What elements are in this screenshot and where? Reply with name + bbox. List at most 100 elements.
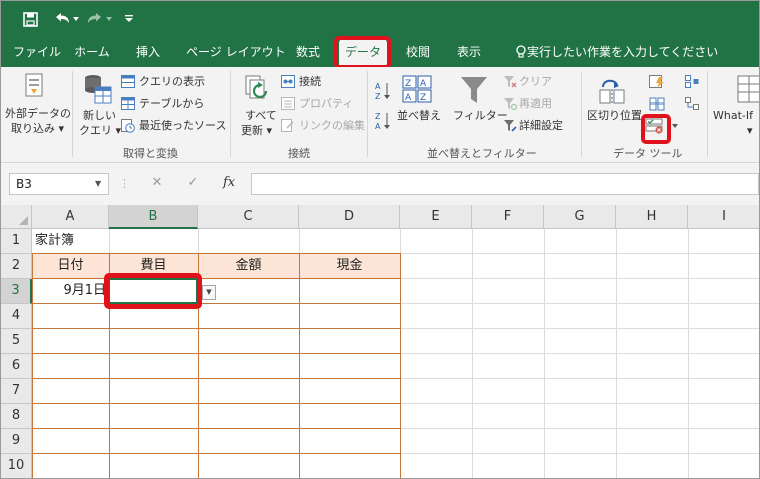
row-header[interactable]: 10 <box>1 454 32 478</box>
tab-insert[interactable]: 挿入 <box>133 37 163 67</box>
insert-function-button[interactable]: fx <box>223 175 235 190</box>
new-query-label-2[interactable]: クエリ ▾ <box>79 124 121 138</box>
remove-duplicates-icon[interactable] <box>649 97 665 114</box>
chevron-down-icon[interactable]: ▼ <box>95 179 101 188</box>
connections-label[interactable]: 接続 <box>299 75 321 89</box>
sort-az-icon[interactable]: AZ <box>375 81 391 104</box>
tab-review[interactable]: 校閲 <box>403 37 433 67</box>
row-header[interactable]: 5 <box>1 329 32 354</box>
external-data-label[interactable]: 外部データの <box>5 107 71 121</box>
date-cell[interactable]: 9月1日 <box>32 279 106 303</box>
column-header[interactable]: F <box>472 205 544 229</box>
text-to-columns-icon[interactable] <box>597 75 627 108</box>
column-header[interactable]: B <box>109 205 198 229</box>
enter-button[interactable]: ✓ <box>183 175 203 193</box>
text-to-columns-label[interactable]: 区切り位置 <box>587 109 642 123</box>
sheet-title-cell[interactable]: 家計簿 <box>35 229 74 253</box>
header-cell-date[interactable]: 日付 <box>32 254 109 278</box>
sort-dialog-icon[interactable]: ZAAZ <box>402 75 432 106</box>
relationships-icon[interactable] <box>685 97 699 113</box>
select-all-button[interactable] <box>1 205 32 229</box>
title-bar <box>1 1 759 37</box>
show-query-icon[interactable] <box>121 75 135 91</box>
formula-input[interactable] <box>251 173 759 195</box>
filter-icon[interactable] <box>460 75 488 108</box>
tell-me-search[interactable]: 実行したい作業を入力してください <box>527 37 718 67</box>
recent-sources-icon[interactable] <box>121 119 135 136</box>
separator <box>581 71 582 157</box>
tab-view[interactable]: 表示 <box>454 37 484 67</box>
from-table-icon[interactable] <box>121 97 135 113</box>
row-header[interactable]: 9 <box>1 429 32 454</box>
tab-file[interactable]: ファイル <box>13 37 61 67</box>
sort-label[interactable]: 並べ替え <box>397 109 441 123</box>
highlight-data-tab <box>334 36 391 69</box>
svg-text:Z: Z <box>420 93 426 103</box>
gridline <box>544 229 545 478</box>
new-query-icon[interactable] <box>83 73 113 110</box>
table-border <box>32 353 401 354</box>
edit-links-label: リンクの編集 <box>299 119 365 132</box>
column-header[interactable]: C <box>198 205 299 229</box>
external-data-icon[interactable] <box>23 73 45 102</box>
highlight-active-cell <box>104 273 202 309</box>
filter-label[interactable]: フィルター <box>453 109 508 123</box>
group-label-data-tools: データ ツール <box>613 147 683 160</box>
tab-page-layout[interactable]: ページ レイアウト <box>186 37 286 67</box>
excel-window: ファイル ホーム 挿入 ページ レイアウト 数式 データ 校閲 表示 実行したい… <box>0 0 760 479</box>
show-query-label[interactable]: クエリの表示 <box>139 75 205 89</box>
header-cell-cash[interactable]: 現金 <box>299 254 400 278</box>
tab-home[interactable]: ホーム <box>73 37 111 67</box>
from-table-label[interactable]: テーブルから <box>139 97 204 111</box>
table-border <box>32 428 401 429</box>
external-data-label-2[interactable]: 取り込み ▾ <box>11 122 64 136</box>
redo-icon[interactable] <box>85 10 115 28</box>
sort-za-icon[interactable]: ZA <box>375 111 391 134</box>
new-query-label[interactable]: 新しい <box>83 109 116 123</box>
what-if-label-2[interactable]: ▾ <box>747 124 753 138</box>
gridline <box>688 229 689 478</box>
column-header[interactable]: I <box>688 205 759 229</box>
separator <box>367 71 368 157</box>
row-header[interactable]: 2 <box>1 254 32 279</box>
undo-icon[interactable] <box>51 10 81 28</box>
refresh-all-label-2[interactable]: 更新 ▾ <box>241 124 272 138</box>
gridline <box>616 229 617 478</box>
edit-links-icon <box>281 119 295 135</box>
row-header[interactable]: 4 <box>1 304 32 329</box>
cell-dropdown-icon[interactable]: ▼ <box>202 285 216 300</box>
connections-icon[interactable] <box>281 75 295 91</box>
row-header[interactable]: 3 <box>1 279 32 304</box>
tab-formulas[interactable]: 数式 <box>293 37 323 67</box>
advanced-filter-icon[interactable] <box>503 119 517 135</box>
what-if-icon[interactable] <box>737 75 759 106</box>
column-header[interactable]: A <box>32 205 109 229</box>
refresh-all-icon[interactable] <box>244 75 272 110</box>
row-header[interactable]: 1 <box>1 229 32 254</box>
reapply-icon <box>503 97 518 113</box>
save-icon[interactable] <box>21 10 39 28</box>
row-header[interactable]: 8 <box>1 404 32 429</box>
name-box[interactable]: B3 <box>9 173 109 195</box>
row-header[interactable]: 7 <box>1 379 32 404</box>
what-if-label[interactable]: What-If <box>713 109 753 123</box>
recent-sources-label[interactable]: 最近使ったソース <box>139 119 226 133</box>
formula-bar: B3 ▼ ⋮ ✕ ✓ fx <box>1 163 759 205</box>
data-validation-dropdown-icon[interactable] <box>671 119 679 133</box>
header-cell-amount[interactable]: 金額 <box>198 254 299 278</box>
properties-icon <box>281 97 295 113</box>
separator <box>707 71 708 157</box>
column-header[interactable]: D <box>299 205 400 229</box>
cancel-button[interactable]: ✕ <box>147 175 167 193</box>
refresh-all-label[interactable]: すべて <box>245 109 277 123</box>
consolidate-icon[interactable] <box>685 75 699 91</box>
row-header[interactable]: 6 <box>1 354 32 379</box>
column-header[interactable]: H <box>616 205 688 229</box>
advanced-filter-label[interactable]: 詳細設定 <box>519 119 563 133</box>
flash-fill-icon[interactable] <box>649 75 665 92</box>
svg-text:A: A <box>375 82 381 91</box>
clear-filter-label: クリア <box>519 75 552 88</box>
column-header[interactable]: G <box>544 205 616 229</box>
column-header[interactable]: E <box>400 205 472 229</box>
customize-qat-icon[interactable] <box>123 10 135 28</box>
